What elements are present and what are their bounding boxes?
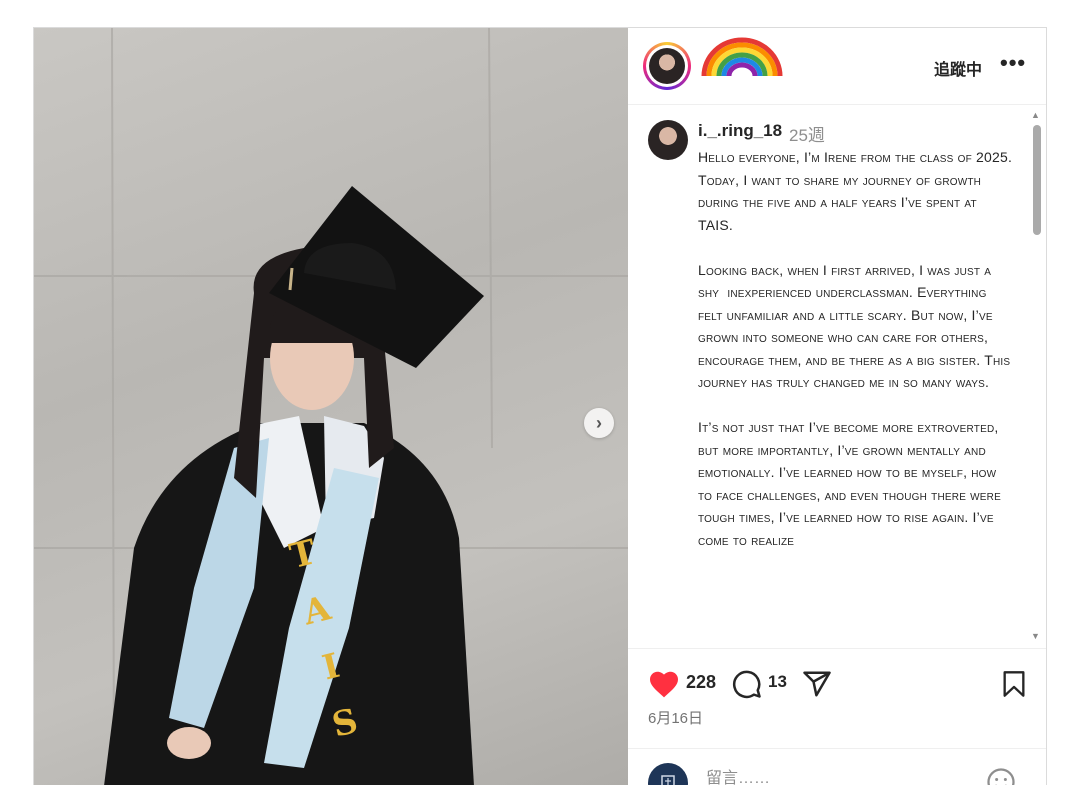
chevron-right-icon: › <box>596 412 602 433</box>
current-user-avatar[interactable] <box>648 763 688 785</box>
more-options-icon[interactable]: ••• <box>1000 50 1026 76</box>
share-icon[interactable] <box>802 669 832 699</box>
rainbow-icon <box>701 37 783 80</box>
comment-icon[interactable] <box>732 669 762 699</box>
scrollbar-thumb[interactable] <box>1033 125 1041 235</box>
bookmark-icon[interactable] <box>1000 669 1028 699</box>
post-card: T A I S › 追蹤中 ••• i._.ring_18 25週 Hello … <box>33 27 1047 785</box>
crest-icon <box>661 775 675 785</box>
post-date[interactable]: 6月16日 <box>648 707 703 728</box>
post-header: 追蹤中 ••• <box>628 28 1046 105</box>
caption-timestamp[interactable]: 25週 <box>789 121 825 146</box>
caption-avatar[interactable] <box>648 120 688 160</box>
post-photo[interactable]: T A I S › <box>34 28 628 785</box>
like-count[interactable]: 228 <box>686 672 716 693</box>
caption-username[interactable]: i._.ring_18 <box>698 121 782 141</box>
post-side-panel: 追蹤中 ••• i._.ring_18 25週 Hello everyone, … <box>628 28 1046 785</box>
comment-count[interactable]: 13 <box>768 672 787 692</box>
scroll-down-arrow-icon[interactable]: ▼ <box>1031 631 1040 641</box>
caption-text: Hello everyone, I’m Irene from the class… <box>698 149 1013 548</box>
caption-area[interactable]: i._.ring_18 25週 Hello everyone, I’m Iren… <box>628 105 1046 647</box>
comment-input[interactable] <box>704 769 968 785</box>
scroll-up-arrow-icon[interactable]: ▲ <box>1031 110 1040 120</box>
following-button[interactable]: 追蹤中 <box>934 56 982 80</box>
comment-bar <box>628 748 1046 785</box>
next-photo-button[interactable]: › <box>584 408 614 438</box>
emoji-icon[interactable] <box>986 767 1016 785</box>
post-actions: 228 13 6月16日 <box>628 648 1046 739</box>
author-avatar[interactable] <box>643 42 691 90</box>
heart-icon[interactable] <box>648 669 680 699</box>
